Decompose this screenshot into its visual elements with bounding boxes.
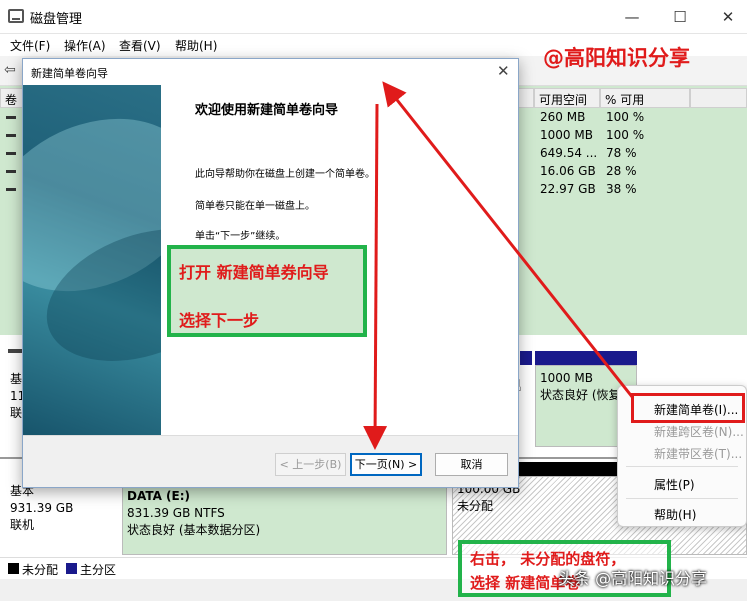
arrow-to-wizard-title [382,81,635,399]
arrow-to-next-button [363,103,388,450]
annotation-arrows [363,81,635,450]
watermark-text: 头条 @高阳知识分享 [558,569,708,588]
